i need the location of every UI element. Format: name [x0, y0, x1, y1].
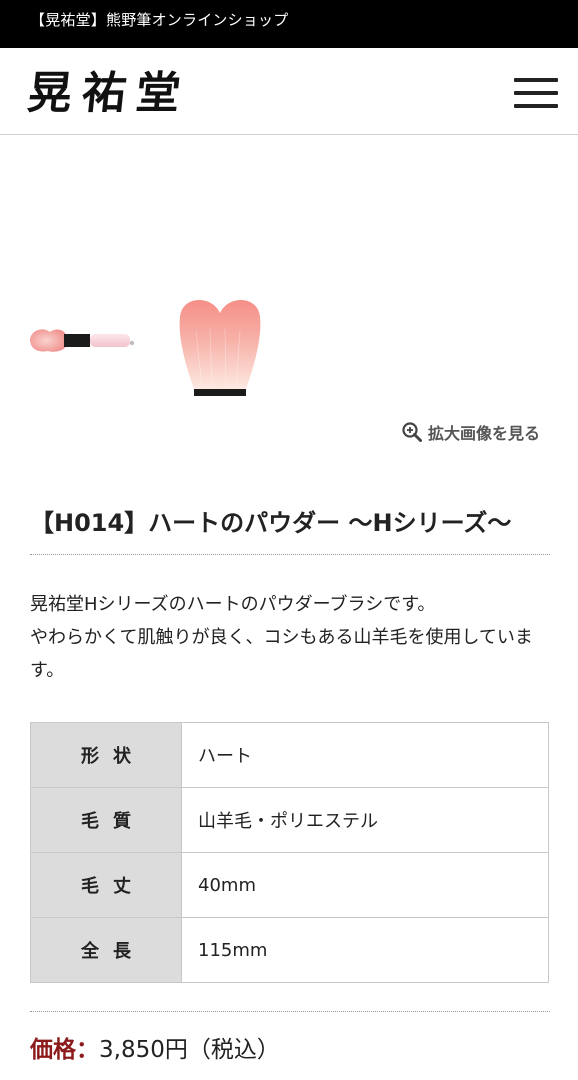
menu-bar-bottom [514, 104, 558, 108]
price-line: 価格：3,850円（税込） [30, 1032, 280, 1068]
product-gallery: 拡大画像を見る [0, 136, 578, 466]
hamburger-menu-icon[interactable] [514, 76, 558, 110]
spec-key: 形状 [30, 722, 182, 788]
description-line-1: 晃祐堂Hシリーズのハートのパウダーブラシです。 [30, 594, 436, 615]
site-logo[interactable]: 晃祐堂 [25, 68, 192, 120]
zoom-in-icon [402, 422, 422, 442]
price-value: 3,850円（税込） [99, 1037, 280, 1063]
site-header: 晃祐堂 [0, 48, 578, 135]
price-label: 価格： [30, 1037, 99, 1063]
price-divider [30, 1011, 550, 1012]
spec-value: 115mm [181, 917, 549, 983]
title-divider [30, 554, 550, 555]
spec-value: 40mm [181, 852, 549, 918]
spec-key: 全長 [30, 917, 182, 983]
brush-side-view-thumbnail[interactable] [28, 321, 138, 361]
shop-banner: 【晃祐堂】熊野筆オンラインショップ [0, 0, 578, 48]
zoom-image-label: 拡大画像を見る [428, 424, 541, 443]
table-row: 形状 ハート [30, 722, 549, 788]
spec-key: 毛丈 [30, 852, 182, 918]
zoom-image-link[interactable]: 拡大画像を見る [402, 420, 540, 444]
spec-value: 山羊毛・ポリエステル [181, 787, 549, 853]
table-row: 毛丈 40mm [30, 852, 549, 918]
menu-bar-top [514, 78, 558, 82]
spec-value: ハート [181, 722, 549, 788]
menu-bar-middle [514, 91, 558, 95]
table-row: 全長 115mm [30, 917, 549, 983]
product-title: 【H014】ハートのパウダー ～Hシリーズ～ [30, 509, 512, 537]
description-line-2: やわらかくて肌触りが良く、コシもある山羊毛を使用しています。 [30, 627, 533, 681]
spec-table: 形状 ハート 毛質 山羊毛・ポリエステル 毛丈 40mm 全長 115mm [30, 722, 549, 983]
brush-head-closeup-thumbnail[interactable] [170, 291, 270, 401]
spec-key: 毛質 [30, 787, 182, 853]
table-row: 毛質 山羊毛・ポリエステル [30, 787, 549, 853]
product-description: 晃祐堂Hシリーズのハートのパウダーブラシです。 やわらかくて肌触りが良く、コシも… [30, 588, 550, 687]
